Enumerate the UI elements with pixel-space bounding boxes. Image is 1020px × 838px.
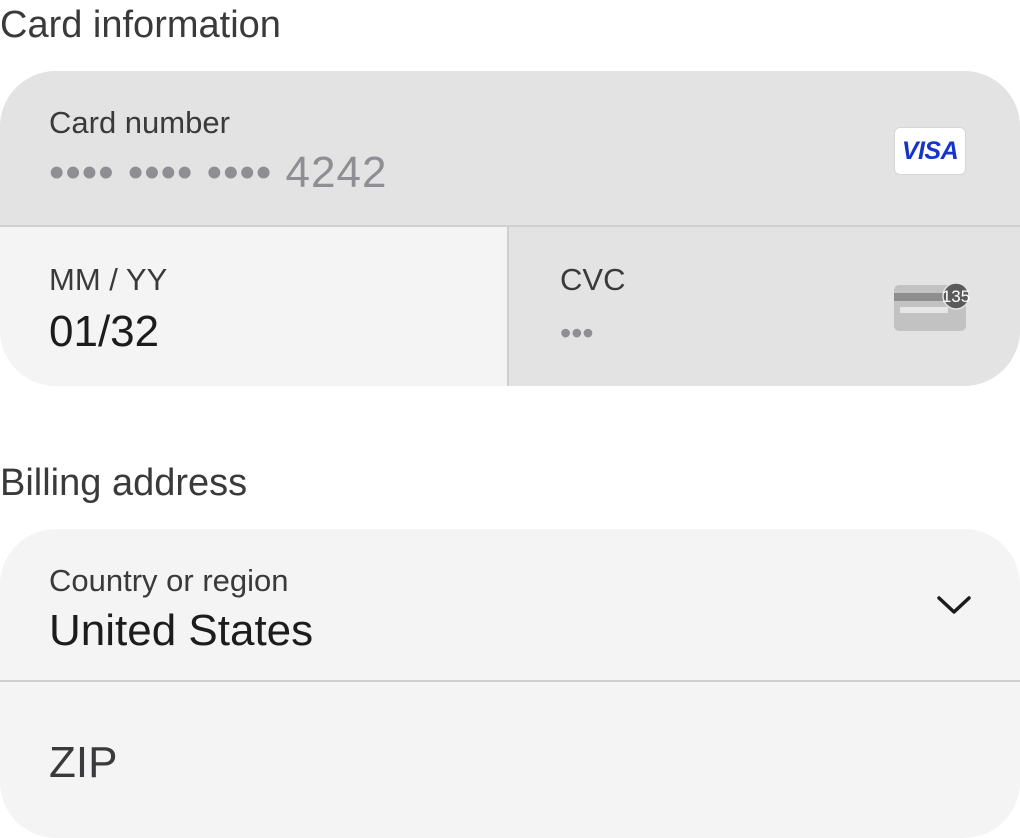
- cvc-value[interactable]: •••: [560, 317, 594, 349]
- card-information-title: Card information: [0, 4, 281, 46]
- billing-address-group: Country or region United States ZIP: [0, 529, 1020, 838]
- cvc-field[interactable]: CVC ••• 135: [509, 227, 1020, 386]
- visa-logo: VISA: [894, 127, 966, 175]
- expiry-date-field[interactable]: MM / YY 01/32: [0, 227, 509, 386]
- cvc-hint-digits: 135: [942, 287, 970, 306]
- zip-placeholder[interactable]: ZIP: [49, 741, 117, 785]
- card-information-group: Card number •••• •••• •••• 4242 VISA MM …: [0, 71, 1020, 386]
- card-number-value[interactable]: •••• •••• •••• 4242: [49, 151, 387, 195]
- card-number-field[interactable]: Card number •••• •••• •••• 4242 VISA: [0, 71, 1020, 227]
- zip-field[interactable]: ZIP: [0, 682, 1020, 838]
- cvc-label: CVC: [560, 262, 626, 297]
- country-label: Country or region: [49, 563, 289, 598]
- expiry-date-label: MM / YY: [49, 262, 168, 297]
- cvc-card-icon: 135: [894, 283, 970, 331]
- billing-address-title: Billing address: [0, 462, 248, 504]
- country-select[interactable]: Country or region United States: [0, 529, 1020, 682]
- country-value[interactable]: United States: [49, 609, 313, 653]
- expiry-date-value[interactable]: 01/32: [49, 310, 159, 354]
- card-number-label: Card number: [49, 105, 230, 140]
- chevron-down-icon[interactable]: [935, 593, 973, 617]
